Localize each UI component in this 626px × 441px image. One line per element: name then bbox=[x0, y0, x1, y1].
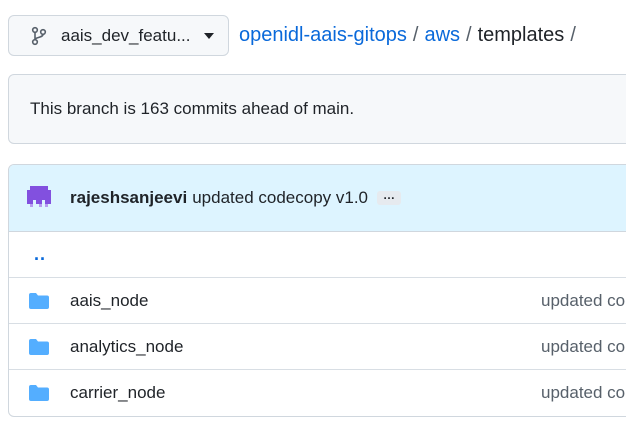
file-name-link[interactable]: analytics_node bbox=[70, 337, 183, 357]
list-item[interactable]: analytics_node updated co bbox=[9, 324, 626, 370]
branch-ahead-text: This branch is 163 commits ahead of main… bbox=[30, 99, 355, 118]
latest-commit-row: rajeshsanjeevi updated codecopy v1.0 … bbox=[9, 165, 626, 232]
list-item[interactable]: carrier_node updated co bbox=[9, 370, 626, 416]
chevron-down-icon bbox=[204, 32, 214, 39]
list-item[interactable]: aais_node updated co bbox=[9, 278, 626, 324]
avatar[interactable] bbox=[25, 184, 53, 212]
breadcrumb-separator: / bbox=[570, 24, 576, 46]
file-name-link[interactable]: carrier_node bbox=[70, 383, 165, 403]
folder-icon bbox=[28, 292, 50, 310]
file-commit-message[interactable]: updated co bbox=[541, 337, 625, 357]
breadcrumb-repo-link[interactable]: openidl-aais-gitops bbox=[239, 24, 407, 47]
commit-author-link[interactable]: rajeshsanjeevi bbox=[70, 188, 187, 208]
folder-icon bbox=[28, 338, 50, 356]
commit-expand-button[interactable]: … bbox=[377, 189, 402, 205]
file-name-link[interactable]: aais_node bbox=[70, 291, 148, 311]
file-list: rajeshsanjeevi updated codecopy v1.0 … .… bbox=[8, 164, 626, 417]
parent-directory-row[interactable]: .. bbox=[9, 232, 626, 278]
breadcrumb-aws-link[interactable]: aws bbox=[424, 24, 460, 47]
branch-ahead-notice: This branch is 163 commits ahead of main… bbox=[8, 74, 626, 144]
file-commit-message[interactable]: updated co bbox=[541, 291, 625, 311]
commit-message[interactable]: updated codecopy v1.0 bbox=[192, 188, 368, 208]
breadcrumb-separator: / bbox=[466, 24, 472, 46]
breadcrumb-current: templates bbox=[477, 24, 565, 46]
branch-selector-button[interactable]: aais_dev_featu... bbox=[8, 15, 229, 56]
breadcrumb: openidl-aais-gitops / aws / templates / bbox=[239, 24, 582, 47]
folder-icon bbox=[28, 384, 50, 402]
parent-directory-link[interactable]: .. bbox=[34, 244, 46, 265]
breadcrumb-separator: / bbox=[412, 24, 419, 46]
top-bar: aais_dev_featu... openidl-aais-gitops / … bbox=[8, 15, 582, 56]
git-branch-icon bbox=[31, 26, 49, 46]
branch-name: aais_dev_featu... bbox=[61, 25, 191, 45]
file-commit-message[interactable]: updated co bbox=[541, 383, 625, 403]
